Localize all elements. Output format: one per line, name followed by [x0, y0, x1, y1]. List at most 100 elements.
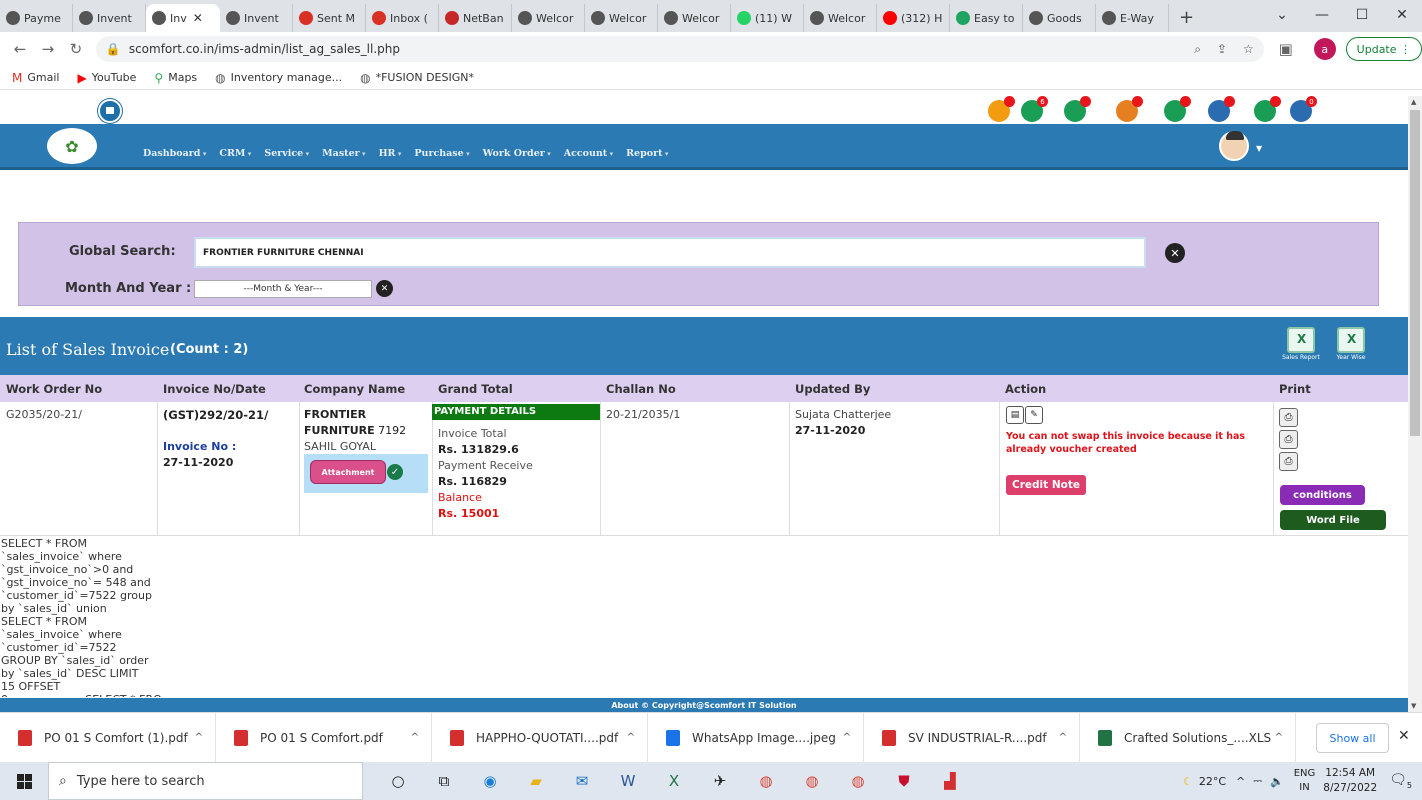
new-tab-button[interactable]: +: [1179, 7, 1194, 28]
company-logo[interactable]: ✿: [47, 128, 97, 164]
bookmark-star-icon[interactable]: ☆: [1243, 42, 1254, 57]
word-file-button[interactable]: Word File: [1280, 510, 1386, 530]
edge-icon[interactable]: ◉: [467, 762, 513, 800]
check-icon[interactable]: [1254, 96, 1281, 122]
scroll-down-icon[interactable]: ▼: [1411, 702, 1416, 710]
menu-item-purchase[interactable]: Purchase: [414, 148, 469, 159]
truck-icon[interactable]: [1116, 96, 1143, 122]
browser-tab[interactable]: Invent: [73, 4, 146, 32]
scroll-thumb[interactable]: [1410, 110, 1420, 436]
user-avatar[interactable]: [1219, 131, 1249, 161]
credit-note-button[interactable]: Credit Note: [1006, 475, 1086, 495]
profile-avatar[interactable]: a: [1313, 38, 1336, 60]
chrome-icon[interactable]: ◍: [743, 762, 789, 800]
cortana-icon[interactable]: ○: [375, 762, 421, 800]
browser-tab[interactable]: (312) H: [877, 4, 950, 32]
browser-tab[interactable]: E-Way: [1096, 4, 1169, 32]
windows-start-icon[interactable]: [0, 773, 48, 789]
month-year-input[interactable]: ---Month & Year---: [194, 280, 372, 298]
word-icon[interactable]: W: [605, 762, 651, 800]
download-item[interactable]: Crafted Solutions_....XLS ^: [1080, 712, 1296, 763]
browser-tab[interactable]: Inv ✕: [146, 4, 220, 32]
vertical-scrollbar[interactable]: ▲ ▼: [1408, 96, 1422, 712]
tab-search-icon[interactable]: ⌄: [1262, 7, 1302, 23]
browser-tab[interactable]: Welcor: [512, 4, 585, 32]
document-icon[interactable]: 6: [1021, 96, 1048, 122]
view-icon[interactable]: ▤: [1006, 406, 1024, 424]
browser-tab[interactable]: Payme: [0, 4, 73, 32]
attachment-button[interactable]: Attachment: [310, 460, 386, 484]
clear-month-icon[interactable]: ✕: [376, 280, 393, 297]
acrobat-icon[interactable]: ▟: [927, 762, 973, 800]
mail-icon[interactable]: ✉: [559, 762, 605, 800]
close-icon[interactable]: ✕: [1398, 728, 1410, 744]
browser-tab[interactable]: NetBan: [439, 4, 512, 32]
menu-item-crm[interactable]: CRM: [219, 148, 251, 159]
task-view-icon[interactable]: ⧉: [421, 762, 467, 800]
maximize-button[interactable]: ☐: [1342, 7, 1382, 23]
zoom-icon[interactable]: ⌕: [1194, 42, 1201, 57]
chevron-up-icon[interactable]: ^: [1059, 732, 1067, 743]
download-item[interactable]: WhatsApp Image....jpeg ^: [648, 712, 864, 763]
download-item[interactable]: PO 01 S Comfort (1).pdf ^: [0, 712, 216, 763]
show-all-button[interactable]: Show all: [1316, 723, 1389, 753]
download-item[interactable]: HAPPHO-QUOTATI....pdf ^: [432, 712, 648, 763]
chrome-icon[interactable]: ◍: [789, 762, 835, 800]
weather-icon[interactable]: ☾: [1183, 775, 1193, 788]
reload-button[interactable]: ↻: [62, 40, 90, 58]
browser-tab[interactable]: Welcor: [804, 4, 877, 32]
menu-item-hr[interactable]: HR: [379, 148, 402, 159]
sales-report-excel-icon[interactable]: [1287, 327, 1315, 353]
cart-icon[interactable]: [988, 96, 1015, 122]
network-icon[interactable]: ⎓: [1253, 774, 1262, 788]
browser-tab[interactable]: Welcor: [658, 4, 731, 32]
menu-item-report[interactable]: Report: [626, 148, 668, 159]
minimize-button[interactable]: —: [1302, 7, 1342, 23]
print-icon[interactable]: ⎙: [1279, 452, 1298, 471]
browser-tab[interactable]: Welcor: [585, 4, 658, 32]
browser-tab[interactable]: Invent: [220, 4, 293, 32]
edit-icon[interactable]: ✎: [1025, 406, 1043, 424]
close-tab-icon[interactable]: ✕: [193, 11, 203, 25]
url-input[interactable]: 🔒 scomfort.co.in/ims-admin/list_ag_sales…: [95, 36, 1264, 62]
tray-expand-icon[interactable]: ^: [1236, 775, 1245, 788]
mcafee-icon[interactable]: ⛊: [881, 762, 927, 800]
menu-item-master[interactable]: Master: [322, 148, 365, 159]
chevron-down-icon[interactable]: ▼: [1256, 144, 1262, 153]
rupee-icon[interactable]: [1208, 96, 1235, 122]
menu-item-work-order[interactable]: Work Order: [483, 148, 551, 159]
share-icon[interactable]: ⇪: [1217, 42, 1227, 57]
user-icon[interactable]: [1064, 96, 1091, 122]
volume-icon[interactable]: 🔈: [1270, 775, 1284, 788]
clear-search-icon[interactable]: ✕: [1165, 243, 1185, 263]
browser-tab[interactable]: Inbox (: [366, 4, 439, 32]
excel-icon[interactable]: X: [651, 762, 697, 800]
forward-button[interactable]: →: [34, 40, 62, 58]
chevron-up-icon[interactable]: ^: [411, 732, 419, 743]
print-icon[interactable]: ⎙: [1279, 408, 1298, 427]
download-item[interactable]: PO 01 S Comfort.pdf ^: [216, 712, 432, 763]
user-alert-icon[interactable]: 0: [1290, 96, 1317, 122]
bookmark-item[interactable]: M Gmail: [12, 71, 59, 85]
chrome-icon[interactable]: ◍: [835, 762, 881, 800]
chevron-up-icon[interactable]: ^: [627, 732, 635, 743]
money-icon[interactable]: [1164, 96, 1191, 122]
browser-tab[interactable]: Easy to: [950, 4, 1023, 32]
bookmark-item[interactable]: ◍ *FUSION DESIGN*: [360, 71, 474, 85]
browser-tab[interactable]: Goods: [1023, 4, 1096, 32]
download-item[interactable]: SV INDUSTRIAL-R....pdf ^: [864, 712, 1080, 763]
close-window-button[interactable]: ✕: [1382, 7, 1422, 23]
app-icon[interactable]: ✈: [697, 762, 743, 800]
global-search-input[interactable]: FRONTIER FURNITURE CHENNAI: [194, 237, 1146, 268]
file-explorer-icon[interactable]: ▰: [513, 762, 559, 800]
calendar-icon[interactable]: [98, 99, 122, 123]
scroll-up-icon[interactable]: ▲: [1411, 98, 1416, 106]
menu-item-service[interactable]: Service: [264, 148, 309, 159]
conditions-button[interactable]: conditions: [1280, 485, 1365, 505]
back-button[interactable]: ←: [6, 40, 34, 58]
bookmark-item[interactable]: ◍ Inventory manage...: [215, 71, 342, 85]
bookmark-item[interactable]: ⚲ Maps: [154, 71, 197, 85]
chevron-up-icon[interactable]: ^: [195, 732, 203, 743]
notification-center-icon[interactable]: 🗨5: [1389, 772, 1412, 790]
print-icon[interactable]: ⎙: [1279, 430, 1298, 449]
